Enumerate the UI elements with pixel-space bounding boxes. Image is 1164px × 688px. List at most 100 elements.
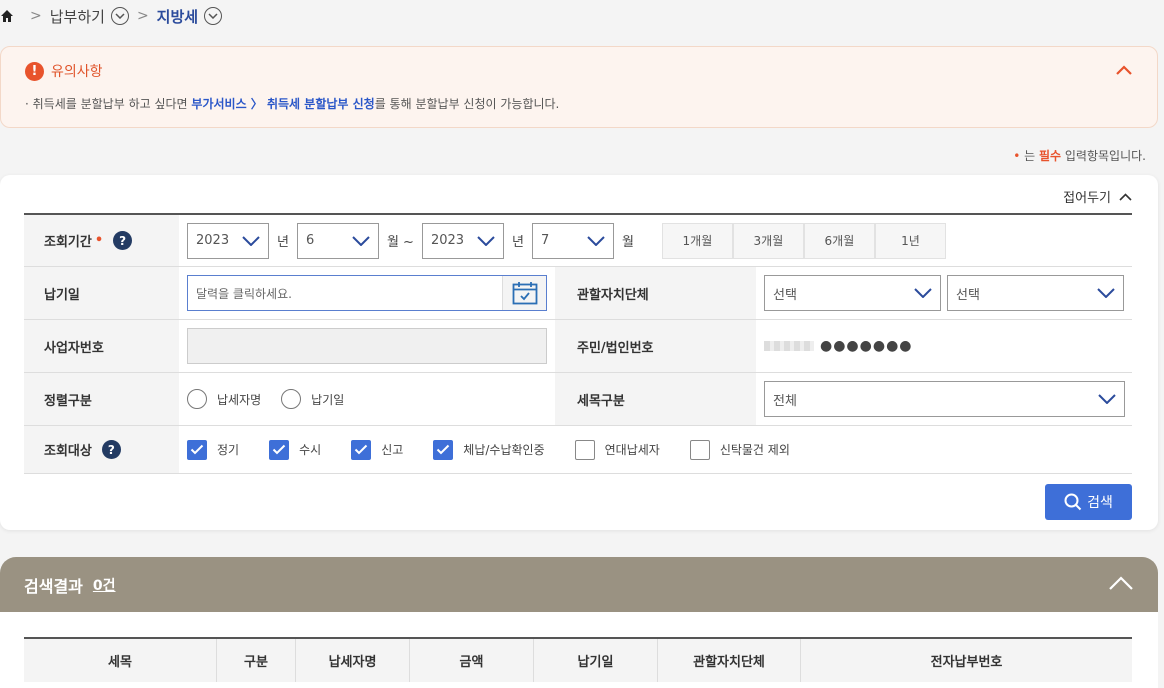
target-options: 정기 수시 신고 체납/수납확인중 연대납세자 신탁물건 제외 [179, 426, 1132, 473]
notice-title: ! 유의사항 [25, 61, 103, 81]
home-icon[interactable] [0, 9, 14, 23]
jurisdiction-select-1[interactable]: 선택 [764, 275, 941, 311]
jurisdiction-cell: 선택 선택 [756, 267, 1132, 319]
target-option-occasional[interactable]: 수시 [269, 439, 322, 460]
quick-period-group: 1개월 3개월 6개월 1년 [661, 222, 946, 259]
year-unit: 년 [277, 235, 289, 250]
chevron-down-icon [477, 235, 495, 246]
checkbox[interactable] [433, 439, 454, 460]
resident-no-cell: ●●●●●●● [756, 320, 1132, 372]
help-icon[interactable]: ? [101, 440, 121, 459]
radio-button[interactable] [281, 389, 302, 409]
chevron-up-icon[interactable] [1108, 575, 1134, 591]
notice-text: · 취득세를 분할납부 하고 싶다면 부가서비스 〉 취득세 분할납부 신청를 … [25, 95, 559, 112]
radio-button[interactable] [187, 389, 207, 409]
period-label: 조회기간 • ? [24, 215, 179, 266]
checkbox[interactable] [187, 439, 207, 460]
tax-type-cell: 전체 [756, 373, 1132, 425]
end-year-value: 2023 [430, 233, 465, 248]
checkbox[interactable] [269, 439, 290, 460]
month-unit: 월 [621, 235, 634, 250]
due-date-label: 납기일 [24, 267, 179, 319]
result-table-header: 세목 구분 납세자명 금액 납기일 관할자치단체 전자납부번호 [24, 637, 1132, 682]
column-type: 구분 [217, 639, 296, 682]
chevron-down-icon[interactable] [204, 7, 223, 25]
due-date-placeholder: 달력을 클릭하세요. [196, 286, 292, 301]
target-option-report[interactable]: 신고 [351, 439, 403, 460]
required-dot-icon: • [1013, 149, 1021, 163]
tax-type-value: 전체 [773, 393, 797, 409]
target-option-occasional-label: 수시 [299, 443, 322, 457]
result-header: 검색결과 0건 [0, 557, 1158, 612]
end-year-select[interactable]: 2023 [421, 222, 504, 259]
search-button[interactable]: 검색 [1045, 484, 1132, 520]
chevron-down-icon [1098, 394, 1116, 404]
due-date-input[interactable]: 달력을 클릭하세요. [187, 275, 547, 311]
sort-option-taxpayer[interactable]: 납세자명 [187, 389, 261, 409]
tax-type-select[interactable]: 전체 [764, 381, 1125, 417]
target-option-trust-label: 신탁물건 제외 [719, 443, 790, 457]
chevron-down-icon [587, 235, 605, 246]
calendar-button[interactable] [502, 276, 546, 310]
collapse-button[interactable]: 접어두기 [1063, 187, 1132, 206]
tax-type-label: 세목구분 [555, 373, 756, 425]
chevron-down-icon[interactable] [110, 7, 129, 25]
target-option-regular-label: 정기 [217, 443, 240, 457]
period-1year-button[interactable]: 1년 [874, 222, 946, 259]
search-panel: 접어두기 조회기간 • ? 2023 년 6 월 ~ 2023 년 7 월 1개… [0, 175, 1158, 530]
checkbox[interactable] [689, 439, 710, 460]
start-year-value: 2023 [196, 233, 230, 248]
search-button-label: 검색 [1087, 495, 1113, 511]
notice-box: ! 유의사항 · 취득세를 분할납부 하고 싶다면 부가서비스 〉 취득세 분할… [0, 46, 1158, 128]
period-6month-button[interactable]: 6개월 [803, 222, 875, 259]
row-due-date: 납기일 달력을 클릭하세요. 관할자치단체 선택 선택 [24, 267, 1132, 320]
start-month-value: 6 [305, 233, 315, 248]
breadcrumb-current[interactable]: 지방세 [157, 6, 198, 27]
period-3month-button[interactable]: 3개월 [732, 222, 804, 259]
calendar-icon [512, 282, 537, 305]
period-1month-button[interactable]: 1개월 [661, 222, 733, 259]
search-icon [1064, 493, 1082, 511]
search-form: 조회기간 • ? 2023 년 6 월 ~ 2023 년 7 월 1개월 3개월… [24, 213, 1132, 474]
breadcrumb: > 납부하기 > 지방세 [0, 4, 223, 28]
start-year-select[interactable]: 2023 [187, 222, 269, 259]
start-month-select[interactable]: 6 [296, 222, 379, 259]
required-note-red: 필수 [1038, 149, 1062, 163]
target-option-arrears[interactable]: 체납/수납확인중 [433, 439, 545, 460]
row-period: 조회기간 • ? 2023 년 6 월 ~ 2023 년 7 월 1개월 3개월… [24, 215, 1132, 267]
period-label-text: 조회기간 [44, 235, 92, 250]
notice-text-after: 를 통해 분할납부 신청이 가능합니다. [374, 97, 560, 111]
year-unit: 년 [511, 235, 524, 250]
sort-cell: 납세자명 납기일 [179, 373, 555, 425]
row-business-no: 사업자번호 주민/법인번호 ●●●●●●● [24, 320, 1132, 373]
target-option-trust[interactable]: 신탁물건 제외 [689, 439, 790, 460]
checkbox[interactable] [574, 439, 595, 460]
breadcrumb-level1[interactable]: 납부하기 [50, 6, 105, 27]
required-note-prefix: 는 [1024, 149, 1039, 163]
target-option-regular[interactable]: 정기 [187, 439, 240, 460]
chevron-up-icon[interactable] [1115, 63, 1133, 77]
collapse-label: 접어두기 [1063, 191, 1111, 206]
jurisdiction-select-2[interactable]: 선택 [947, 275, 1124, 311]
sort-label: 정렬구분 [24, 373, 179, 425]
column-due-date: 납기일 [534, 639, 658, 682]
checkbox[interactable] [351, 439, 372, 460]
target-option-joint[interactable]: 연대납세자 [574, 439, 660, 460]
month-unit-tilde: 월 ~ [386, 235, 414, 250]
required-dot-icon: • [94, 233, 104, 248]
target-option-joint-label: 연대납세자 [604, 443, 660, 457]
row-sort: 정렬구분 납세자명 납기일 세목구분 전체 [24, 373, 1132, 426]
resident-no-value: ●●●●●●● [764, 338, 913, 354]
chevron-down-icon [242, 235, 260, 246]
sort-option-duedate[interactable]: 납기일 [281, 389, 344, 409]
jurisdiction-select-2-value: 선택 [956, 287, 980, 303]
chevron-down-icon [1097, 288, 1115, 298]
notice-link[interactable]: 부가서비스 〉 취득세 분할납부 신청 [191, 97, 374, 111]
target-label-text: 조회대상 [44, 444, 92, 459]
end-month-select[interactable]: 7 [531, 222, 614, 259]
resident-no-label: 주민/법인번호 [555, 320, 756, 372]
end-month-value: 7 [540, 233, 550, 248]
chevron-right-icon: > [30, 8, 42, 24]
column-jurisdiction: 관할자치단체 [658, 639, 801, 682]
help-icon[interactable]: ? [113, 231, 133, 250]
